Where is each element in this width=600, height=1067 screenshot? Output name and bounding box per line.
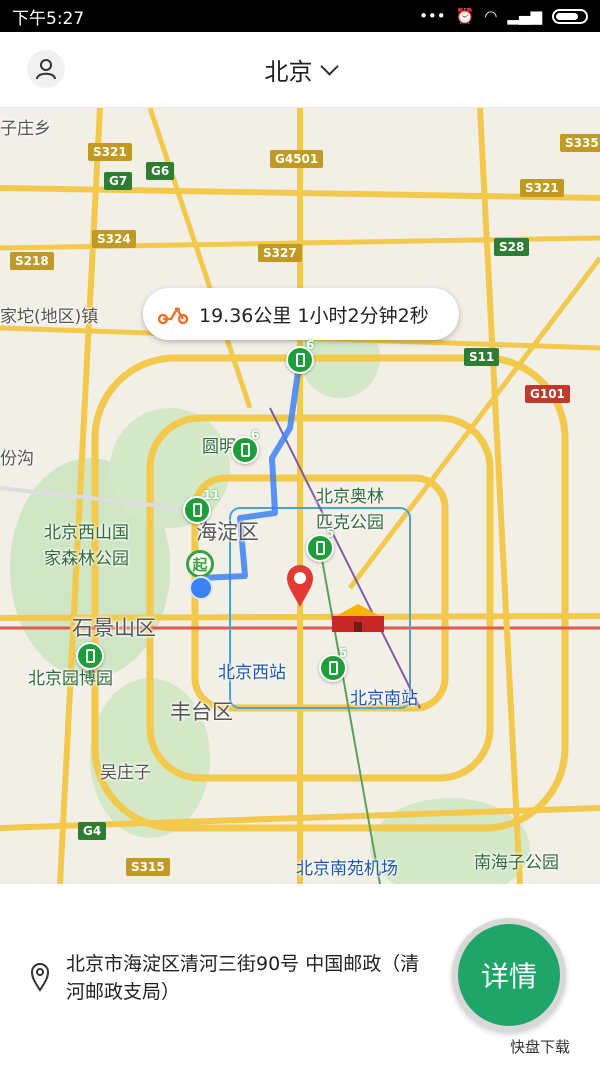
place-label: 南海子公园	[474, 853, 559, 873]
status-icons: ••• ⏰ ◠ ▂▄▆	[419, 7, 588, 25]
start-marker: 起	[186, 550, 214, 578]
city-selector[interactable]: 北京	[264, 52, 339, 87]
map-view[interactable]: S321 G4501 S335 G7 G6 S321 S324 S327 S28…	[0, 108, 600, 884]
app-header: 北京	[0, 32, 600, 108]
location-pin-icon	[30, 963, 50, 992]
place-label: 吴庄子	[100, 763, 151, 783]
battery-icon	[315, 541, 325, 555]
current-location-dot	[189, 576, 213, 600]
battery-icon	[240, 443, 250, 457]
road-shield: S321	[88, 143, 132, 161]
road-shield: S11	[464, 348, 500, 366]
status-bar: 下午5:27 ••• ⏰ ◠ ▂▄▆	[0, 0, 600, 32]
route-summary-text: 19.36公里 1小时2分钟2秒	[199, 304, 429, 327]
chevron-down-icon	[319, 56, 339, 76]
battery-icon	[295, 353, 305, 367]
charging-station-marker[interactable]: 11	[183, 488, 220, 532]
charging-station-marker[interactable]	[76, 642, 104, 678]
road-shield: G4	[78, 822, 107, 840]
road-shield: S218	[10, 252, 54, 270]
signal-icon: ▂▄▆	[507, 7, 542, 25]
address-text: 北京市海淀区清河三街90号 中国邮政（清河邮政支局）	[66, 953, 420, 1003]
place-label: 家森林公园	[44, 549, 129, 569]
battery-icon	[552, 8, 588, 24]
station-count: 5	[326, 526, 335, 540]
road-shield: G4501	[270, 150, 324, 168]
battery-icon	[192, 503, 202, 517]
watermark-logo: 快盘下载	[510, 1038, 571, 1056]
road-shield: G101	[525, 385, 570, 403]
station-count: 6	[306, 338, 315, 352]
road-shield: S324	[92, 230, 136, 248]
place-label: 北京西山国	[44, 523, 129, 543]
map-base	[0, 108, 600, 884]
road-shield: G6	[146, 162, 175, 180]
place-label: 子庄乡	[0, 119, 51, 139]
place-label: 北京南苑机场	[296, 859, 398, 879]
charging-station-marker[interactable]: 6	[286, 338, 314, 382]
place-label: 石景山区	[72, 616, 156, 640]
battery-icon	[85, 649, 95, 663]
profile-button[interactable]	[27, 50, 65, 88]
charging-station-marker[interactable]: 5	[319, 646, 347, 690]
city-name: 北京	[264, 58, 313, 86]
station-count: 5	[339, 646, 348, 660]
charging-station-marker[interactable]: 6	[231, 428, 259, 472]
station-count: 6	[251, 428, 260, 442]
bottom-panel: 北京市海淀区清河三街90号 中国邮政（清河邮政支局） 详情 快盘下载	[0, 884, 600, 1067]
scooter-icon	[157, 306, 189, 325]
place-label: 北京奥林	[316, 487, 384, 507]
user-icon	[36, 59, 56, 80]
road-shield: S321	[520, 179, 564, 197]
more-dots-icon: •••	[419, 7, 446, 25]
status-time: 下午5:27	[12, 8, 85, 29]
route-summary: 19.36公里 1小时2分钟2秒	[143, 288, 459, 340]
alarm-icon: ⏰	[455, 7, 475, 25]
place-label: 北京南站	[350, 689, 418, 709]
place-label: 丰台区	[170, 700, 233, 724]
station-count: 11	[203, 488, 220, 502]
road-shield: S28	[494, 238, 530, 256]
road-shield: S315	[126, 858, 170, 876]
place-label: 份沟	[0, 449, 34, 469]
place-label: 北京西站	[218, 663, 286, 683]
tiananmen-icon	[332, 604, 384, 632]
road-shield: S327	[258, 244, 302, 262]
road-shield: G7	[104, 172, 133, 190]
app-screen: 下午5:27 ••• ⏰ ◠ ▂▄▆ 北京 S321 G4501 S335 G7…	[0, 0, 600, 1067]
battery-icon	[328, 661, 338, 675]
destination-pin-icon[interactable]	[286, 564, 314, 608]
place-label: 家坨(地区)镇	[0, 307, 99, 327]
road-shield: S335	[560, 134, 600, 152]
wifi-icon: ◠	[484, 7, 498, 25]
details-button[interactable]: 详情	[452, 918, 566, 1032]
address-row: 北京市海淀区清河三街90号 中国邮政（清河邮政支局）	[30, 950, 430, 1006]
